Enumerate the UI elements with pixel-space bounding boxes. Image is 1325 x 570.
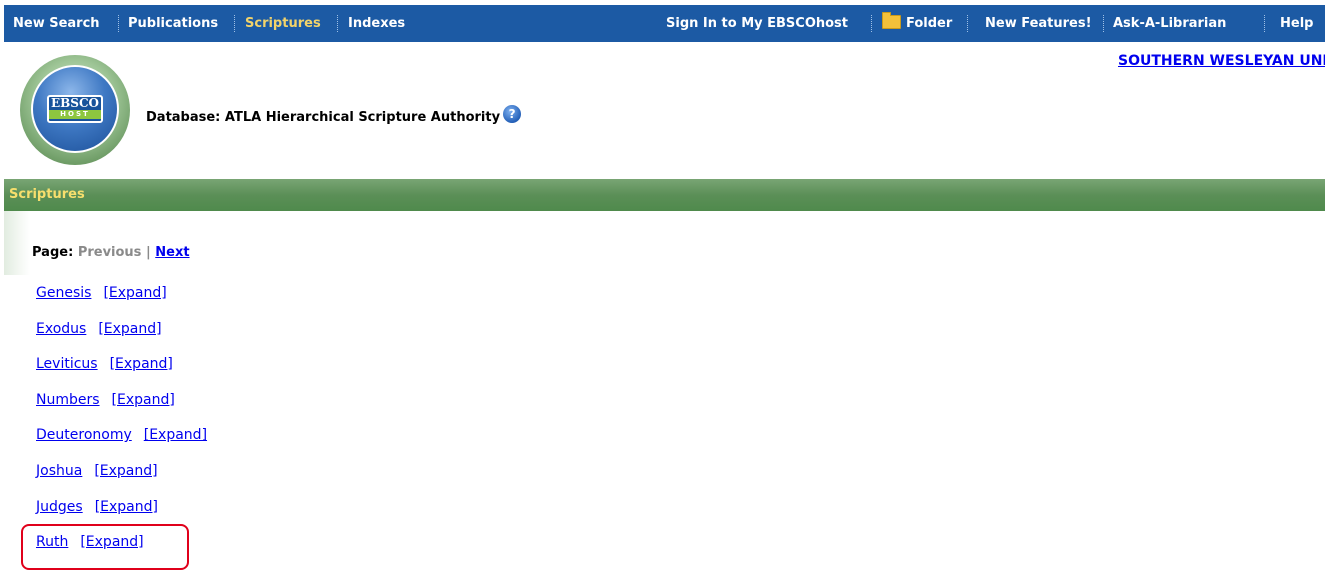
book-link-numbers[interactable]: Numbers bbox=[36, 392, 100, 408]
nav-folder-label: Folder bbox=[906, 16, 953, 31]
pagination-separator: | bbox=[145, 245, 151, 260]
nav-divider bbox=[234, 15, 235, 32]
help-icon[interactable]: ? bbox=[503, 105, 522, 123]
nav-divider bbox=[1264, 15, 1265, 32]
institution-link[interactable]: SOUTHERN WESLEYAN UNIV bbox=[1118, 53, 1325, 69]
nav-help[interactable]: Help bbox=[1280, 5, 1313, 42]
highlight-box-ruth bbox=[21, 524, 189, 570]
nav-divider bbox=[871, 15, 872, 32]
nav-sign-in[interactable]: Sign In to My EBSCOhost bbox=[666, 5, 848, 42]
expand-link[interactable]: [Expand] bbox=[110, 356, 173, 372]
nav-divider bbox=[337, 15, 338, 32]
nav-ask-a-librarian[interactable]: Ask-A-Librarian bbox=[1113, 5, 1226, 42]
nav-new-search[interactable]: New Search bbox=[13, 5, 100, 42]
book-link-genesis[interactable]: Genesis bbox=[36, 285, 91, 301]
logo-badge: EBSCO HOST bbox=[47, 95, 103, 123]
nav-divider bbox=[967, 15, 968, 32]
book-link-exodus[interactable]: Exodus bbox=[36, 321, 86, 337]
book-link-deuteronomy[interactable]: Deuteronomy bbox=[36, 427, 132, 443]
left-accent bbox=[4, 211, 30, 275]
folder-icon bbox=[882, 12, 901, 29]
database-label: Database: ATLA Hierarchical Scripture Au… bbox=[146, 110, 501, 125]
logo-text-ebsco: EBSCO bbox=[51, 96, 99, 110]
expand-link[interactable]: [Expand] bbox=[95, 499, 158, 515]
top-navigation-bar: New Search Publications Scriptures Index… bbox=[4, 5, 1325, 42]
nav-folder[interactable]: Folder bbox=[882, 5, 952, 42]
nav-scriptures[interactable]: Scriptures bbox=[245, 5, 321, 42]
expand-link[interactable]: [Expand] bbox=[112, 392, 175, 408]
book-link-judges[interactable]: Judges bbox=[36, 499, 83, 515]
nav-new-features[interactable]: New Features! bbox=[985, 5, 1092, 42]
ebsco-host-logo: EBSCO HOST bbox=[20, 55, 130, 165]
nav-publications[interactable]: Publications bbox=[128, 5, 218, 42]
expand-link[interactable]: [Expand] bbox=[98, 321, 161, 337]
nav-divider bbox=[1103, 15, 1104, 32]
pagination: Page: Previous | Next bbox=[32, 245, 190, 260]
expand-link[interactable]: [Expand] bbox=[144, 427, 207, 443]
nav-indexes[interactable]: Indexes bbox=[348, 5, 405, 42]
list-item: Leviticus [Expand] bbox=[36, 354, 207, 390]
list-item: Genesis [Expand] bbox=[36, 283, 207, 319]
list-item: Exodus [Expand] bbox=[36, 319, 207, 355]
logo-text-host: HOST bbox=[49, 110, 101, 119]
nav-divider bbox=[118, 15, 119, 32]
section-header-bar: Scriptures bbox=[4, 179, 1325, 211]
next-page-link[interactable]: Next bbox=[155, 245, 189, 260]
book-link-joshua[interactable]: Joshua bbox=[36, 463, 82, 479]
expand-link[interactable]: [Expand] bbox=[94, 463, 157, 479]
list-item: Deuteronomy [Expand] bbox=[36, 425, 207, 461]
expand-link[interactable]: [Expand] bbox=[103, 285, 166, 301]
database-heading: Database: ATLA Hierarchical Scripture Au… bbox=[146, 105, 522, 125]
book-link-leviticus[interactable]: Leviticus bbox=[36, 356, 98, 372]
previous-page-disabled: Previous bbox=[77, 245, 142, 260]
list-item: Joshua [Expand] bbox=[36, 461, 207, 497]
logo-globe: EBSCO HOST bbox=[31, 65, 119, 153]
list-item: Numbers [Expand] bbox=[36, 390, 207, 426]
pagination-label: Page: bbox=[32, 245, 74, 260]
section-title: Scriptures bbox=[9, 187, 85, 202]
